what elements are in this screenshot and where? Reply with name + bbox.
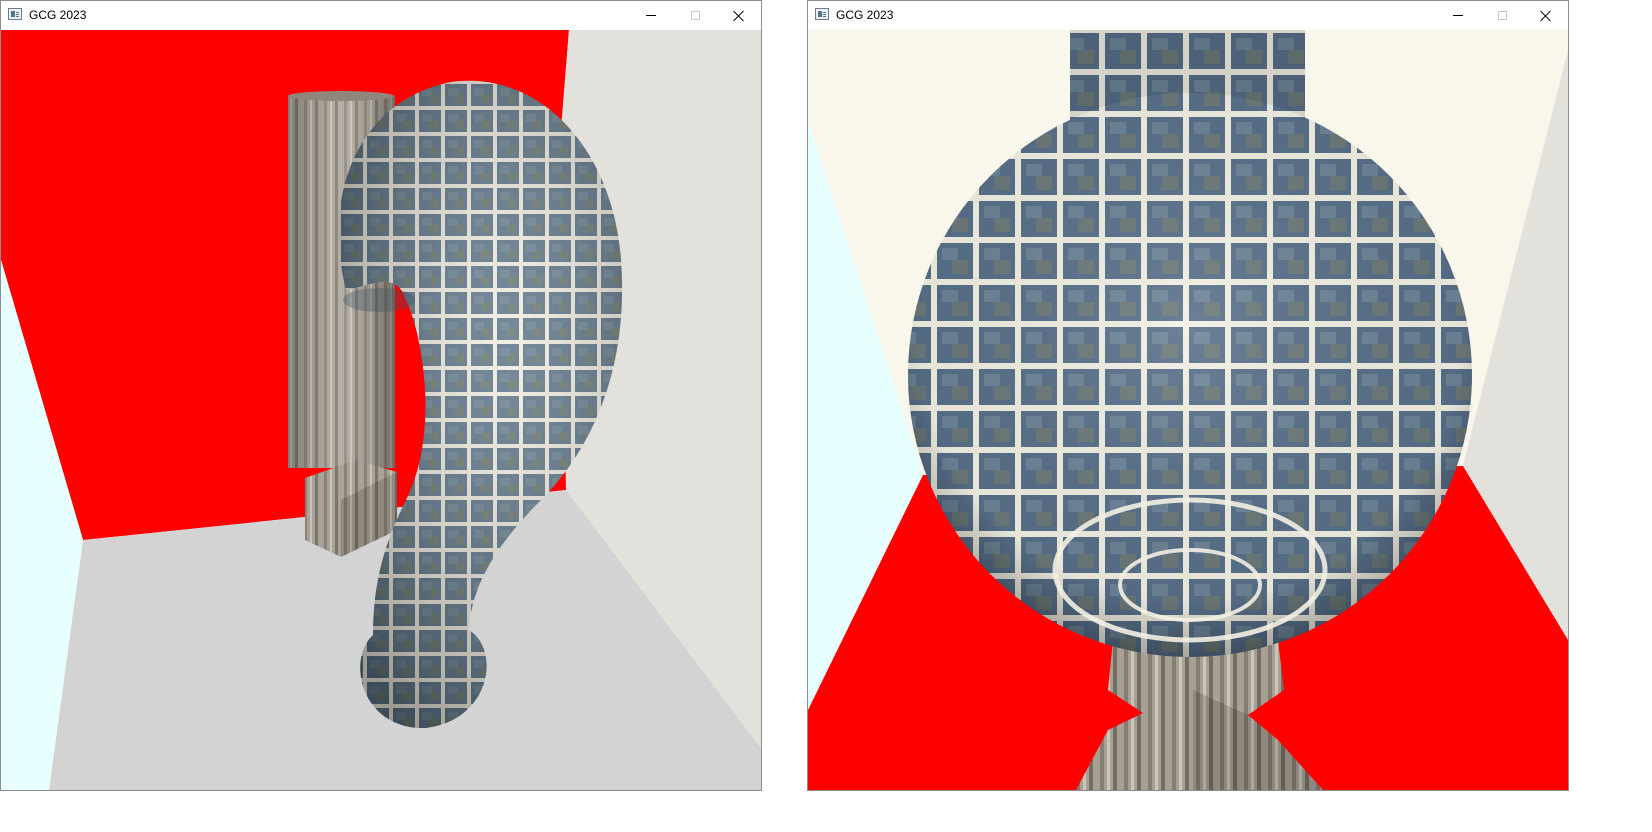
window-title: GCG 2023 bbox=[29, 8, 87, 22]
minimize-icon bbox=[646, 15, 656, 16]
close-button[interactable] bbox=[717, 1, 761, 30]
window-title: GCG 2023 bbox=[836, 8, 894, 22]
render-window-left[interactable]: GCG 2023 bbox=[0, 0, 762, 791]
scene-render-left bbox=[1, 30, 761, 790]
opengl-viewport[interactable] bbox=[1, 30, 761, 790]
minimize-icon bbox=[1453, 15, 1463, 16]
tiled-sphere bbox=[908, 93, 1472, 657]
maximize-button[interactable] bbox=[673, 1, 717, 30]
scene-render-right bbox=[808, 30, 1568, 790]
close-button[interactable] bbox=[1524, 1, 1568, 30]
maximize-icon bbox=[690, 11, 700, 20]
opengl-viewport[interactable] bbox=[808, 30, 1568, 790]
app-icon[interactable] bbox=[8, 8, 22, 20]
maximize-icon bbox=[1497, 11, 1507, 20]
close-icon bbox=[1540, 10, 1552, 22]
close-icon bbox=[733, 10, 745, 22]
minimize-button[interactable] bbox=[629, 1, 673, 30]
title-bar[interactable]: GCG 2023 bbox=[808, 1, 1568, 30]
title-bar[interactable]: GCG 2023 bbox=[1, 1, 761, 30]
minimize-button[interactable] bbox=[1436, 1, 1480, 30]
app-icon[interactable] bbox=[815, 8, 829, 20]
maximize-button[interactable] bbox=[1480, 1, 1524, 30]
render-window-right[interactable]: GCG 2023 bbox=[807, 0, 1569, 791]
